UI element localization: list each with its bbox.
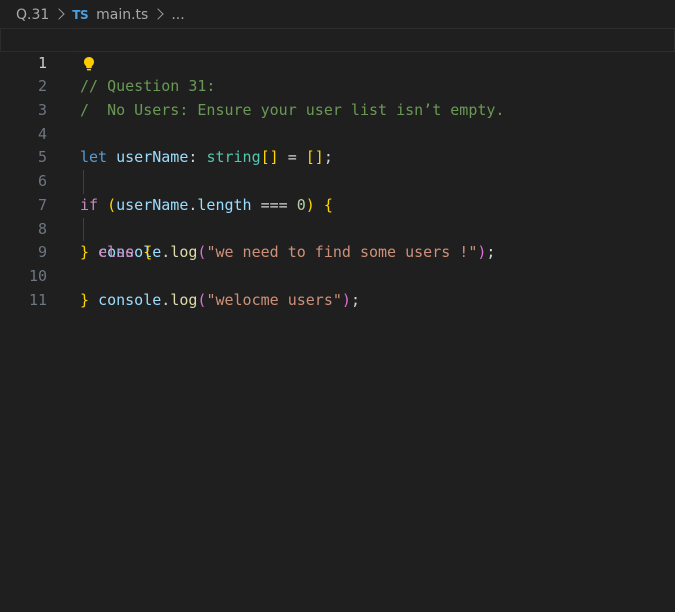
code-line[interactable]: 4 let userName: string[] = []; [0, 99, 675, 167]
line-number: 11 [28, 290, 47, 309]
punctuation-token: ; [350, 290, 360, 309]
code-line[interactable]: 5 [0, 123, 675, 166]
line-content: } [80, 289, 89, 313]
code-line[interactable]: 1 // Question 31: [0, 28, 675, 95]
code-line[interactable]: 6 if (userName.length === 0) { [0, 146, 675, 214]
breadcrumb-folder[interactable]: Q.31 [16, 7, 49, 23]
code-line[interactable]: 10 } [0, 241, 675, 309]
chevron-right-icon [53, 8, 65, 20]
lightbulb-icon[interactable] [83, 56, 95, 72]
code-line[interactable]: 2 / No Users: Ensure your user list isn’… [0, 52, 675, 119]
code-line[interactable]: 3 [0, 75, 675, 119]
chevron-right-icon [152, 8, 165, 20]
typescript-file-icon: TS [72, 8, 89, 22]
breadcrumb-file[interactable]: main.ts [96, 7, 148, 23]
code-line[interactable]: 11 [0, 265, 675, 309]
code-line[interactable]: 8 } else { [0, 194, 675, 262]
string-token: "welocme users" [206, 290, 342, 309]
breadcrumb-symbol[interactable]: ... [171, 7, 184, 23]
indent-guide [83, 170, 84, 194]
line-content: console.log("welocme users"); [80, 289, 360, 313]
indent-guide [83, 217, 84, 242]
code-line[interactable]: 9 console.log("welocme users"); [0, 217, 675, 309]
bracket-token: } [80, 290, 90, 309]
bracket-token: ) [341, 290, 351, 309]
variable-token: console [98, 290, 162, 309]
punctuation-token: . [161, 290, 171, 309]
code-editor[interactable]: 1 // Question 31: 2 / No Users: Ensure y… [0, 28, 675, 612]
breadcrumb: Q.31 TS main.ts ... [0, 0, 675, 30]
function-token: log [170, 290, 198, 309]
code-line[interactable]: 7 console.log("we need to find some user… [0, 170, 675, 261]
